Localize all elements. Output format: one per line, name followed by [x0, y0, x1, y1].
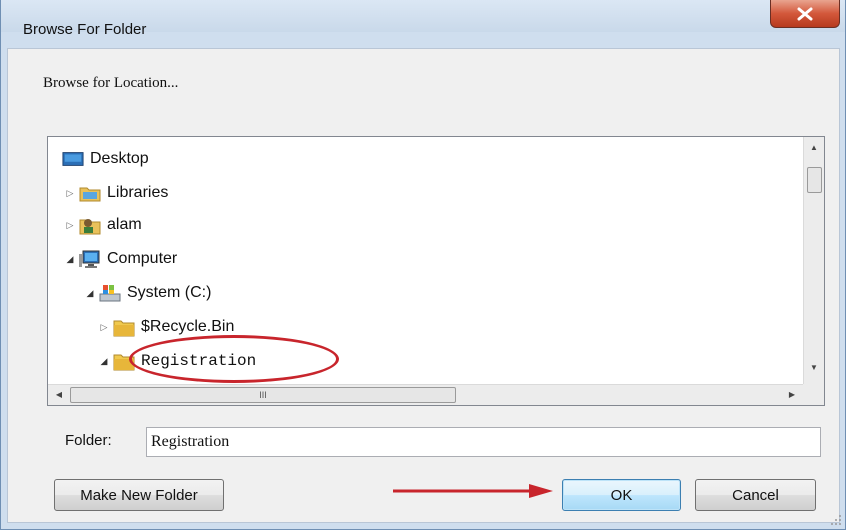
highlight-ellipse [129, 335, 339, 383]
vertical-scrollbar[interactable]: ▲ ▼ [803, 137, 824, 384]
scroll-right-arrow-icon[interactable]: ▶ [783, 385, 801, 405]
scroll-down-arrow-icon[interactable]: ▼ [804, 359, 824, 377]
expand-arrow-icon[interactable]: ▷ [64, 188, 76, 199]
resize-grip-icon[interactable] [830, 514, 842, 526]
desktop-icon [62, 149, 84, 169]
folder-label: Folder: [65, 432, 112, 449]
browse-for-folder-dialog: Browse For Folder Browse for Location...… [0, 0, 846, 530]
expand-arrow-icon[interactable]: ▷ [64, 220, 76, 231]
make-new-folder-button[interactable]: Make New Folder [54, 479, 224, 511]
scroll-left-arrow-icon[interactable]: ◀ [50, 385, 68, 405]
libraries-icon [79, 183, 101, 203]
tree-item-libraries[interactable]: ▷ Libraries [64, 179, 168, 207]
close-button[interactable] [770, 0, 840, 28]
tree-item-label: $Recycle.Bin [141, 318, 235, 335]
title-bar[interactable]: Browse For Folder [1, 0, 845, 38]
tree-item-label: Computer [107, 250, 178, 267]
folder-input[interactable] [146, 427, 821, 457]
drive-icon [99, 283, 121, 303]
tree-item-computer[interactable]: ◢ Computer [64, 245, 177, 273]
browse-prompt: Browse for Location... [43, 75, 179, 91]
horizontal-scroll-thumb[interactable]: III [70, 387, 456, 403]
user-folder-icon [79, 215, 101, 235]
cancel-button[interactable]: Cancel [695, 479, 816, 511]
collapse-arrow-icon[interactable]: ◢ [98, 356, 110, 367]
vertical-scroll-thumb[interactable] [807, 167, 822, 193]
collapse-arrow-icon[interactable]: ◢ [64, 254, 76, 265]
tree-item-alam[interactable]: ▷ alam [64, 211, 142, 239]
window-title: Browse For Folder [23, 21, 147, 38]
tree-item-system-c[interactable]: ◢ System (C:) [84, 279, 211, 307]
close-icon [797, 7, 813, 20]
tree-item-label: Desktop [90, 150, 149, 167]
computer-icon [79, 249, 101, 269]
horizontal-scrollbar[interactable]: ◀ III ▶ [48, 384, 805, 405]
tree-item-label: alam [107, 216, 142, 233]
collapse-arrow-icon[interactable]: ◢ [84, 288, 96, 299]
expand-arrow-icon[interactable]: ▷ [98, 322, 110, 333]
ok-button[interactable]: OK [562, 479, 681, 511]
annotation-arrow-icon [393, 484, 553, 498]
scroll-up-arrow-icon[interactable]: ▲ [804, 139, 824, 157]
folder-icon [113, 317, 135, 337]
scrollbar-corner [803, 384, 824, 405]
tree-item-desktop[interactable]: Desktop [62, 145, 149, 173]
tree-item-label: Libraries [107, 184, 169, 201]
tree-item-label: System (C:) [127, 284, 212, 301]
